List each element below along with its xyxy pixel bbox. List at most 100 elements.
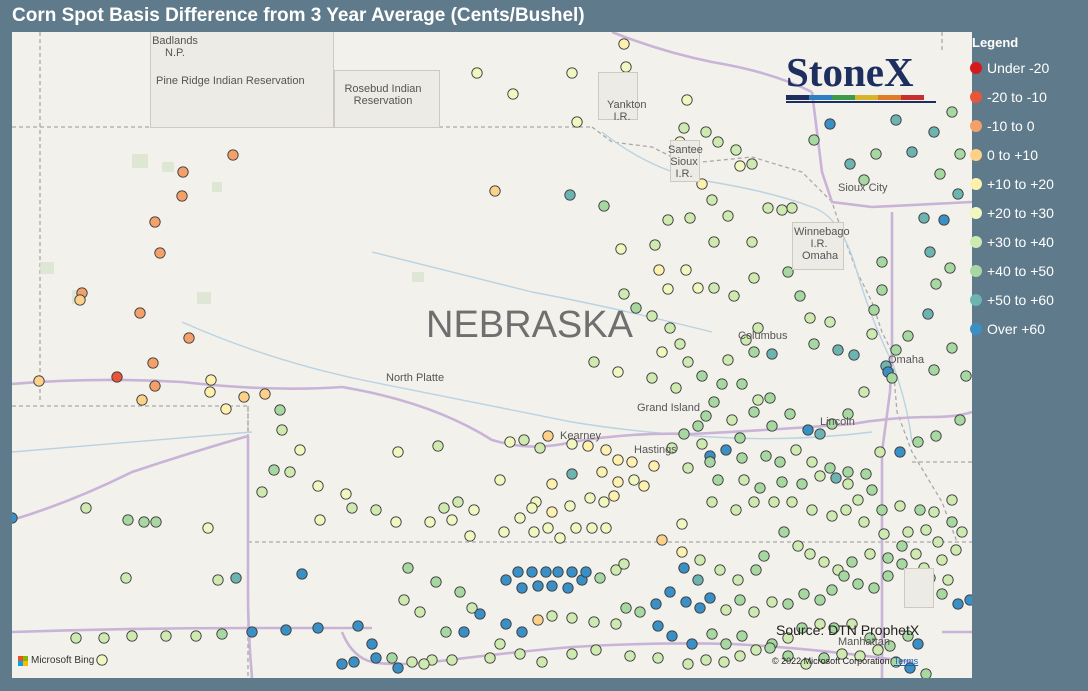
- map-point[interactable]: [552, 566, 564, 578]
- map-point[interactable]: [190, 630, 202, 642]
- map-point[interactable]: [734, 432, 746, 444]
- map-point[interactable]: [920, 668, 932, 678]
- map-point[interactable]: [618, 558, 630, 570]
- map-point[interactable]: [736, 630, 748, 642]
- map-point[interactable]: [652, 620, 664, 632]
- map-point[interactable]: [808, 338, 820, 350]
- map-point[interactable]: [876, 256, 888, 268]
- map-point[interactable]: [826, 510, 838, 522]
- map-point[interactable]: [750, 644, 762, 656]
- map-point[interactable]: [720, 604, 732, 616]
- map-point[interactable]: [484, 652, 496, 664]
- map-point[interactable]: [649, 239, 661, 251]
- map-point[interactable]: [814, 428, 826, 440]
- map-point[interactable]: [514, 512, 526, 524]
- map-point[interactable]: [216, 628, 228, 640]
- map-point[interactable]: [746, 236, 758, 248]
- map-point[interactable]: [696, 370, 708, 382]
- map-point[interactable]: [858, 516, 870, 528]
- map-point[interactable]: [12, 512, 18, 524]
- map-point[interactable]: [336, 658, 348, 670]
- map-point[interactable]: [438, 502, 450, 514]
- map-point[interactable]: [760, 450, 772, 462]
- map-point[interactable]: [752, 394, 764, 406]
- map-point[interactable]: [656, 534, 668, 546]
- map-point[interactable]: [348, 656, 360, 668]
- map-point[interactable]: [728, 290, 740, 302]
- map-point[interactable]: [424, 516, 436, 528]
- map-point[interactable]: [670, 382, 682, 394]
- map-point[interactable]: [584, 492, 596, 504]
- map-point[interactable]: [74, 294, 86, 306]
- map-point[interactable]: [534, 442, 546, 454]
- map-point[interactable]: [620, 61, 632, 73]
- map-point[interactable]: [682, 658, 694, 670]
- map-point[interactable]: [177, 166, 189, 178]
- map-point[interactable]: [792, 540, 804, 552]
- map-point[interactable]: [471, 67, 483, 79]
- map-point[interactable]: [954, 414, 966, 426]
- terms-link[interactable]: Terms: [894, 656, 919, 666]
- map-point[interactable]: [902, 330, 914, 342]
- map-point[interactable]: [608, 490, 620, 502]
- map-point[interactable]: [618, 288, 630, 300]
- map-point[interactable]: [150, 516, 162, 528]
- map-point[interactable]: [730, 504, 742, 516]
- map-point[interactable]: [794, 290, 806, 302]
- map-point[interactable]: [154, 247, 166, 259]
- map-point[interactable]: [590, 644, 602, 656]
- map-point[interactable]: [766, 348, 778, 360]
- map-point[interactable]: [706, 194, 718, 206]
- map-point[interactable]: [950, 544, 962, 556]
- map-point[interactable]: [666, 630, 678, 642]
- map-point[interactable]: [446, 654, 458, 666]
- map-point[interactable]: [864, 548, 876, 560]
- map-point[interactable]: [866, 484, 878, 496]
- map-point[interactable]: [580, 566, 592, 578]
- legend-item[interactable]: +10 to +20: [970, 169, 1088, 198]
- map-point[interactable]: [566, 468, 578, 480]
- map-point[interactable]: [932, 536, 944, 548]
- map-point[interactable]: [588, 356, 600, 368]
- map-point[interactable]: [294, 444, 306, 456]
- map-point[interactable]: [824, 118, 836, 130]
- map-point[interactable]: [494, 474, 506, 486]
- map-point[interactable]: [392, 662, 404, 674]
- map-point[interactable]: [748, 496, 760, 508]
- map-point[interactable]: [512, 566, 524, 578]
- map-point[interactable]: [704, 456, 716, 468]
- map-point[interactable]: [546, 610, 558, 622]
- map-point[interactable]: [612, 454, 624, 466]
- map-point[interactable]: [730, 144, 742, 156]
- map-point[interactable]: [738, 474, 750, 486]
- map-point[interactable]: [694, 554, 706, 566]
- map-point[interactable]: [704, 592, 716, 604]
- map-point[interactable]: [120, 572, 132, 584]
- map-point[interactable]: [176, 190, 188, 202]
- map-point[interactable]: [588, 616, 600, 628]
- map-point[interactable]: [212, 574, 224, 586]
- map-point[interactable]: [554, 532, 566, 544]
- map-point[interactable]: [564, 189, 576, 201]
- map-point[interactable]: [778, 526, 790, 538]
- map-point[interactable]: [70, 632, 82, 644]
- map-point[interactable]: [748, 606, 760, 618]
- map-point[interactable]: [516, 626, 528, 638]
- map-point[interactable]: [846, 556, 858, 568]
- map-point[interactable]: [183, 332, 195, 344]
- map-point[interactable]: [784, 408, 796, 420]
- map-point[interactable]: [736, 378, 748, 390]
- map-point[interactable]: [256, 486, 268, 498]
- map-point[interactable]: [664, 322, 676, 334]
- map-point[interactable]: [646, 310, 658, 322]
- legend-item[interactable]: +50 to +60: [970, 285, 1088, 314]
- map-point[interactable]: [960, 370, 972, 382]
- map-point[interactable]: [542, 430, 554, 442]
- map-point[interactable]: [594, 572, 606, 584]
- map-point[interactable]: [284, 466, 296, 478]
- map-point[interactable]: [402, 562, 414, 574]
- map-point[interactable]: [494, 638, 506, 650]
- map-point[interactable]: [600, 444, 612, 456]
- map-point[interactable]: [686, 638, 698, 650]
- map-point[interactable]: [894, 500, 906, 512]
